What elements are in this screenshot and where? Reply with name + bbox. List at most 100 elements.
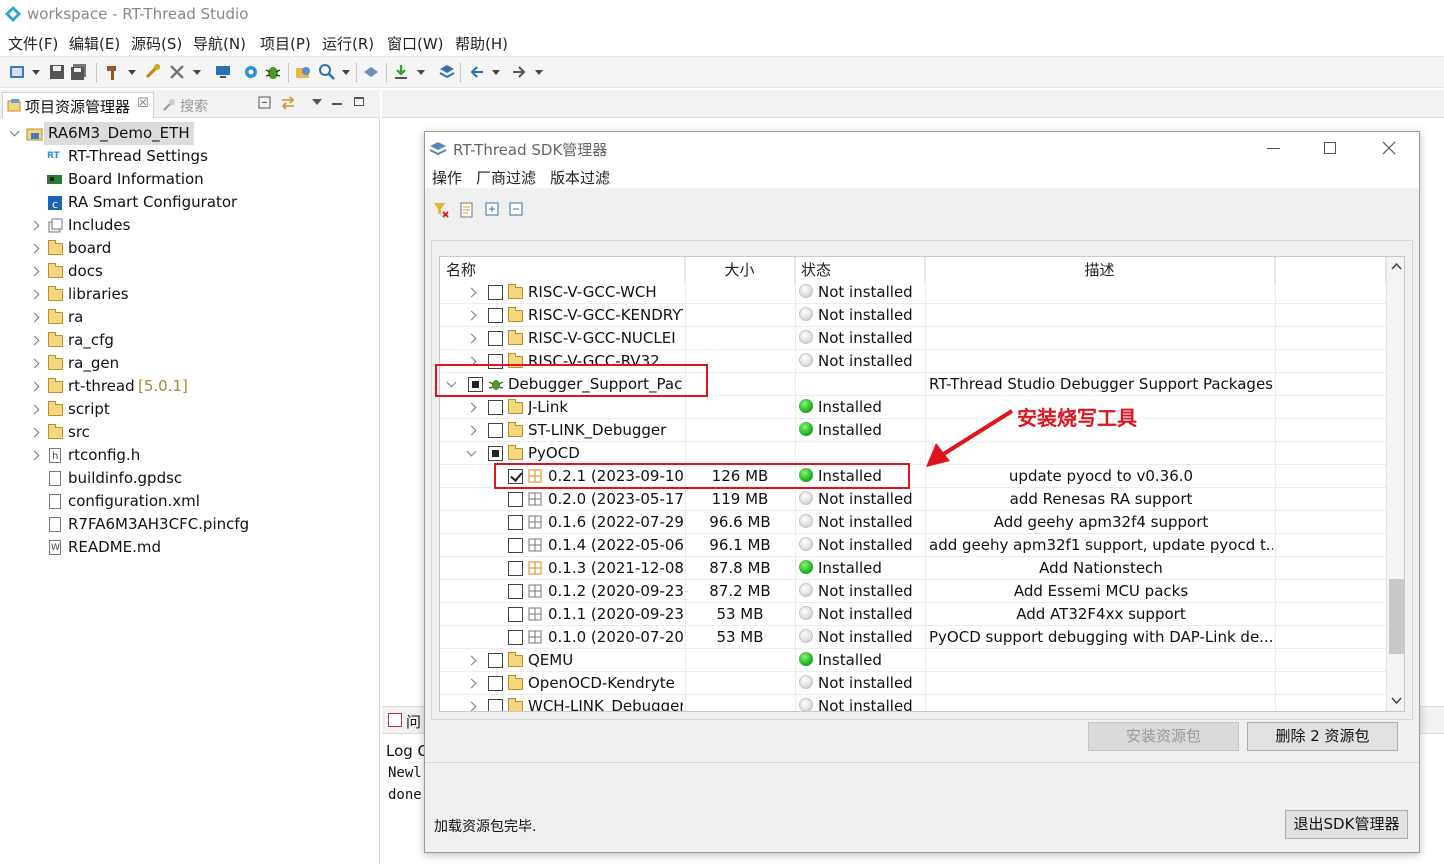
expand-right-icon[interactable]	[29, 243, 40, 254]
build-dropdown-icon[interactable]	[128, 70, 136, 75]
download-dropdown-icon[interactable]	[417, 70, 425, 75]
table-row[interactable]: 0.1.0 (2020-07-20) 53 MB Not installed PyOC…	[440, 626, 1386, 649]
row-checkbox[interactable]	[488, 676, 503, 691]
column-header-description[interactable]: 描述	[925, 257, 1275, 283]
column-header-name[interactable]: 名称	[440, 257, 685, 283]
search-icon[interactable]	[318, 63, 336, 81]
menu-project[interactable]: 项目(P)	[260, 33, 311, 54]
expand-right-icon[interactable]	[29, 335, 40, 346]
exit-sdk-manager-button[interactable]: 退出SDK管理器	[1285, 810, 1408, 839]
column-header-size[interactable]: 大小	[685, 257, 795, 283]
row-checkbox[interactable]	[508, 584, 523, 599]
project-root[interactable]: RA6M3_Demo_ETH	[0, 122, 380, 145]
expand-right-icon[interactable]	[29, 427, 40, 438]
row-checkbox[interactable]	[488, 285, 503, 300]
row-checkbox[interactable]	[508, 561, 523, 576]
clean-icon[interactable]	[168, 63, 186, 81]
expand-right-icon[interactable]	[29, 289, 40, 300]
row-checkbox[interactable]	[508, 515, 523, 530]
dialog-menu-vendor-filter[interactable]: 厂商过滤	[476, 167, 536, 188]
row-checkbox[interactable]	[488, 308, 503, 323]
menu-window[interactable]: 窗口(W)	[387, 33, 444, 54]
column-header-status[interactable]: 状态	[795, 257, 925, 283]
table-row[interactable]: RISC-V-GCC-WCH Not installed	[440, 281, 1386, 304]
scrollbar-thumb[interactable]	[1389, 579, 1404, 654]
table-row[interactable]: QEMU Installed	[440, 649, 1386, 672]
row-checkbox[interactable]	[508, 630, 523, 645]
dialog-minimize-icon[interactable]	[1267, 148, 1280, 149]
minimize-icon[interactable]	[332, 103, 342, 105]
collapse-all-icon[interactable]	[258, 96, 272, 110]
table-row[interactable]: 0.1.1 (2020-09-23) 53 MB Not installed Add …	[440, 603, 1386, 626]
row-checkbox[interactable]	[488, 400, 503, 415]
row-checkbox[interactable]	[488, 423, 503, 438]
download-icon[interactable]	[392, 63, 410, 81]
expand-down-icon[interactable]	[466, 446, 477, 457]
table-row[interactable]: PyOCD	[440, 442, 1386, 465]
table-row[interactable]: OpenOCD-Kendryte Not installed	[440, 672, 1386, 695]
expand-right-icon[interactable]	[29, 404, 40, 415]
expand-down-icon[interactable]	[9, 126, 20, 137]
forward-arrow-icon[interactable]	[510, 63, 528, 81]
table-row[interactable]: WCH-LINK_Debugger Not installed	[440, 695, 1386, 711]
table-row[interactable]: 0.1.3 (2021-12-08) 87.8 MB Installed Add Na…	[440, 557, 1386, 580]
menu-run[interactable]: 运行(R)	[322, 33, 374, 54]
menu-navigate[interactable]: 导航(N)	[193, 33, 246, 54]
expand-right-icon[interactable]	[466, 333, 477, 344]
install-package-button[interactable]: 安装资源包	[1088, 722, 1239, 751]
table-row[interactable]: 0.2.0 (2023-05-17) 119 MB Not installed add…	[440, 488, 1386, 511]
table-row[interactable]: 0.1.6 (2022-07-29) 96.6 MB Not installed Ad…	[440, 511, 1386, 534]
row-checkbox[interactable]	[488, 446, 503, 461]
expand-right-icon[interactable]	[29, 266, 40, 277]
expand-right-icon[interactable]	[466, 310, 477, 321]
expand-right-icon[interactable]	[29, 220, 40, 231]
table-row[interactable]: 0.1.4 (2022-05-06) 96.1 MB Not installed ad…	[440, 534, 1386, 557]
table-scrollbar[interactable]	[1386, 257, 1404, 711]
clean-dropdown-icon[interactable]	[193, 70, 201, 75]
table-row[interactable]: RISC-V-GCC-NUCLEI Not installed	[440, 327, 1386, 350]
table-row[interactable]: RISC-V-GCC-KENDRYTE Not installed	[440, 304, 1386, 327]
console-tab-label[interactable]: 问	[406, 711, 421, 732]
scroll-down-icon[interactable]	[1391, 697, 1402, 705]
table-row[interactable]: ST-LINK_Debugger Installed	[440, 419, 1386, 442]
dialog-menu-actions[interactable]: 操作	[432, 167, 462, 188]
expand-right-icon[interactable]	[466, 678, 477, 689]
expand-right-icon[interactable]	[29, 381, 40, 392]
dialog-close-icon[interactable]	[1382, 141, 1396, 155]
row-checkbox[interactable]	[488, 653, 503, 668]
expand-right-icon[interactable]	[29, 450, 40, 461]
new-icon[interactable]	[8, 63, 26, 81]
table-row[interactable]: J-Link Installed	[440, 396, 1386, 419]
dialog-maximize-icon[interactable]	[1324, 142, 1336, 154]
close-icon[interactable]: ☒	[137, 96, 149, 111]
table-row[interactable]: 0.1.2 (2020-09-23) 87.2 MB Not installed Ad…	[440, 580, 1386, 603]
expand-right-icon[interactable]	[29, 312, 40, 323]
expand-right-icon[interactable]	[466, 701, 477, 711]
new-dropdown-icon[interactable]	[32, 70, 40, 75]
back-arrow-icon[interactable]	[468, 63, 486, 81]
tab-project-explorer[interactable]: 项目资源管理器 ☒	[2, 92, 154, 118]
expand-right-icon[interactable]	[466, 425, 477, 436]
expand-right-icon[interactable]	[29, 358, 40, 369]
search-dropdown-icon[interactable]	[342, 70, 350, 75]
view-menu-icon[interactable]	[312, 99, 322, 105]
save-all-icon[interactable]	[70, 63, 88, 81]
row-checkbox[interactable]	[488, 331, 503, 346]
menu-edit[interactable]: 编辑(E)	[69, 33, 120, 54]
collapse-all-icon[interactable]	[509, 202, 525, 218]
expand-right-icon[interactable]	[466, 402, 477, 413]
link-with-editor-icon[interactable]	[280, 96, 296, 110]
expand-right-icon[interactable]	[466, 287, 477, 298]
row-checkbox[interactable]	[508, 492, 523, 507]
maximize-icon[interactable]	[354, 97, 364, 106]
settings-gear-icon[interactable]	[242, 63, 260, 81]
monitor-icon[interactable]	[214, 63, 232, 81]
sdk-manager-icon[interactable]	[362, 63, 380, 81]
debug-bug-icon[interactable]	[264, 63, 282, 81]
expand-right-icon[interactable]	[466, 655, 477, 666]
row-checkbox[interactable]	[508, 607, 523, 622]
menu-file[interactable]: 文件(F)	[8, 33, 58, 54]
menu-help[interactable]: 帮助(H)	[455, 33, 508, 54]
save-icon[interactable]	[48, 63, 66, 81]
back-dropdown-icon[interactable]	[492, 70, 500, 75]
